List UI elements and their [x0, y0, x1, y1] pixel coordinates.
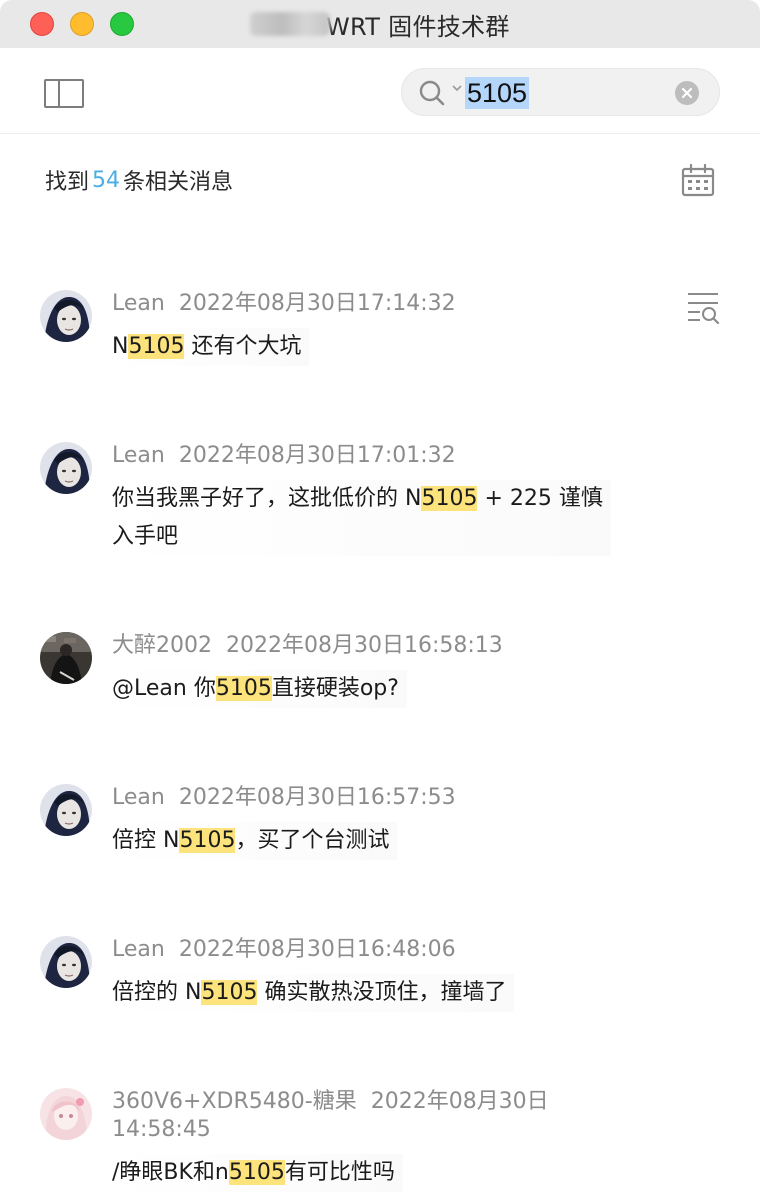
- message-time: 2022年08月30日17:14:32: [178, 291, 456, 316]
- man-portrait-icon: [40, 936, 92, 988]
- dark-figure-icon: [40, 632, 92, 684]
- anime-girl-icon: [40, 1088, 92, 1140]
- message-text: 倍控 N: [112, 828, 180, 853]
- message-time: 2022年08月30日16:57:53: [178, 785, 456, 810]
- search-highlight: 5105: [128, 334, 185, 359]
- sidebar-toggle-icon[interactable]: [44, 79, 84, 108]
- message-time: 2022年08月30日17:01:32: [178, 443, 456, 468]
- man-portrait-icon: [40, 290, 92, 342]
- message-text: 有可比性吗: [284, 1160, 395, 1185]
- message-text: 入手吧: [112, 524, 179, 549]
- avatar[interactable]: [40, 632, 92, 684]
- sender-name: Lean: [112, 785, 165, 810]
- message-context-icon[interactable]: [686, 290, 720, 324]
- message-time: 2022年08月30日16:58:13: [226, 633, 503, 658]
- toolbar: 5105: [0, 48, 760, 134]
- result-count: 54: [92, 167, 121, 193]
- avatar[interactable]: [40, 1088, 92, 1140]
- sender-name: 大醉2002: [112, 633, 212, 658]
- avatar[interactable]: [40, 784, 92, 836]
- result-suffix: 条相关消息: [123, 170, 234, 195]
- message-body: N5105 还有个大坑: [112, 328, 310, 366]
- result-summary: 找到 54 条相关消息: [45, 164, 233, 196]
- window-title: WRT 固件技术群: [326, 12, 510, 41]
- result-prefix: 找到: [45, 170, 90, 195]
- clear-search-button[interactable]: [675, 81, 699, 105]
- message-text: 还有个大坑: [184, 334, 302, 359]
- message-meta: Lean 2022年08月30日17:14:32: [112, 290, 456, 318]
- message-time: 2022年08月30日16:48:06: [178, 937, 456, 962]
- chevron-down-icon[interactable]: [450, 81, 464, 95]
- search-highlight: 5105: [179, 828, 236, 853]
- message-text: N: [112, 334, 129, 359]
- sidebar-divider: [58, 81, 60, 106]
- message-text: @Lean 你: [112, 676, 216, 701]
- message-text: ，买了个台测试: [235, 828, 390, 853]
- search-highlight: 5105: [201, 980, 258, 1005]
- message-text: + 225 谨慎: [477, 486, 603, 511]
- message-meta: 大醉2002 2022年08月30日16:58:13: [112, 632, 503, 660]
- search-icon: [419, 80, 445, 106]
- message-body: 倍控的 N5105 确实散热没顶住，撞墙了: [112, 974, 515, 1012]
- avatar[interactable]: [40, 936, 92, 988]
- avatar[interactable]: [40, 290, 92, 342]
- close-window-button[interactable]: [30, 12, 54, 36]
- message-time: 14:58:45: [112, 1117, 211, 1142]
- search-highlight: 5105: [421, 486, 478, 511]
- message-body: 倍控 N5105，买了个台测试: [112, 822, 398, 860]
- message-body: 你当我黑子好了，这批低价的 N5105 + 225 谨慎入手吧: [112, 480, 611, 556]
- message-body: @Lean 你5105直接硬装op?: [112, 670, 407, 708]
- search-highlight: 5105: [228, 1160, 285, 1185]
- message-text: 确实散热没顶住，撞墙了: [257, 980, 507, 1005]
- message-meta: 360V6+XDR5480-糖果 2022年08月30日 14:58:45: [112, 1088, 612, 1144]
- sender-name: Lean: [112, 291, 165, 316]
- title-bar: WRT 固件技术群: [0, 0, 760, 48]
- window-title-wrap: WRT 固件技术群: [250, 8, 510, 41]
- clear-icon: [681, 87, 693, 99]
- message-time: 2022年08月30日: [370, 1089, 549, 1114]
- man-portrait-icon: [40, 784, 92, 836]
- man-portrait-icon: [40, 442, 92, 494]
- message-meta: Lean 2022年08月30日16:57:53: [112, 784, 456, 812]
- message-text: /睁眼BK和n: [112, 1160, 229, 1185]
- avatar[interactable]: [40, 442, 92, 494]
- calendar-icon[interactable]: [681, 163, 715, 197]
- message-text: 倍控的 N: [112, 980, 202, 1005]
- sender-name: Lean: [112, 937, 165, 962]
- search-input[interactable]: 5105: [465, 77, 530, 109]
- search-field[interactable]: 5105: [401, 68, 720, 116]
- zoom-window-button[interactable]: [110, 12, 134, 36]
- blurred-group-name: [250, 12, 330, 36]
- message-text: 你当我黑子好了，这批低价的 N: [112, 486, 422, 511]
- message-body: /睁眼BK和n5105有可比性吗: [112, 1154, 403, 1192]
- message-meta: Lean 2022年08月30日17:01:32: [112, 442, 456, 470]
- search-highlight: 5105: [215, 676, 272, 701]
- minimize-window-button[interactable]: [70, 12, 94, 36]
- message-meta: Lean 2022年08月30日16:48:06: [112, 936, 456, 964]
- sender-name: 360V6+XDR5480-糖果: [112, 1089, 357, 1114]
- sender-name: Lean: [112, 443, 165, 468]
- message-text: 直接硬装op?: [271, 676, 399, 701]
